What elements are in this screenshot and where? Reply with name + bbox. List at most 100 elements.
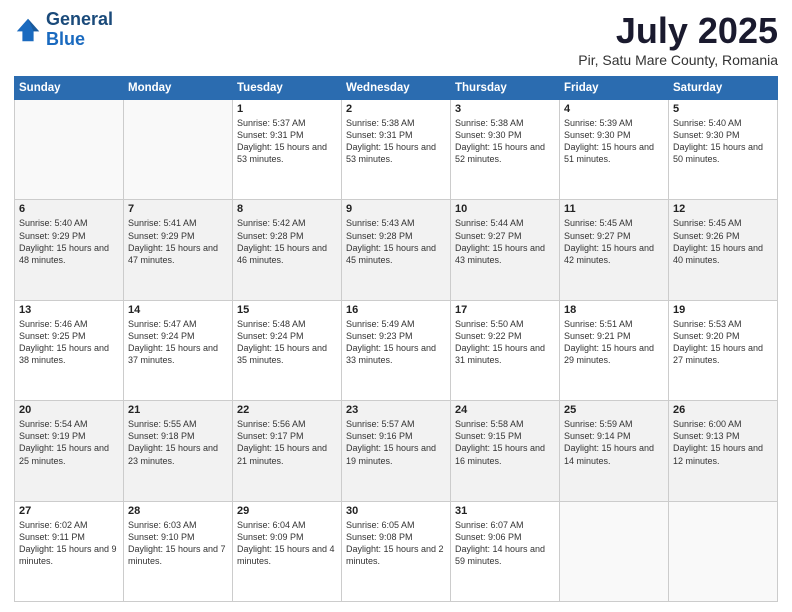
day-number: 15 — [237, 304, 337, 316]
day-info: Sunrise: 5:42 AM Sunset: 9:28 PM Dayligh… — [237, 217, 337, 266]
day-number: 26 — [673, 404, 773, 416]
col-header-tuesday: Tuesday — [233, 77, 342, 100]
day-info: Sunrise: 6:02 AM Sunset: 9:11 PM Dayligh… — [19, 519, 119, 568]
day-number: 21 — [128, 404, 228, 416]
day-info: Sunrise: 5:58 AM Sunset: 9:15 PM Dayligh… — [455, 418, 555, 467]
calendar-cell: 7Sunrise: 5:41 AM Sunset: 9:29 PM Daylig… — [124, 200, 233, 300]
day-info: Sunrise: 5:51 AM Sunset: 9:21 PM Dayligh… — [564, 318, 664, 367]
day-number: 25 — [564, 404, 664, 416]
calendar-week-row: 27 Sunrise: 6:02 AM Sunset: 9:11 PM Dayli… — [15, 501, 778, 601]
day-info: Sunrise: 5:50 AM Sunset: 9:22 PM Dayligh… — [455, 318, 555, 367]
calendar-cell — [669, 501, 778, 601]
day-number: 13 — [19, 304, 119, 316]
day-info: Sunrise: 5:46 AM Sunset: 9:25 PM Dayligh… — [19, 318, 119, 367]
calendar-cell: 31 Sunrise: 6:07 AM Sunset: 9:06 PM Dayli… — [451, 501, 560, 601]
day-info: Sunrise: 5:43 AM Sunset: 9:28 PM Dayligh… — [346, 217, 446, 266]
day-info: Sunrise: 5:45 AM Sunset: 9:26 PM Dayligh… — [673, 217, 773, 266]
day-info: Sunrise: 5:48 AM Sunset: 9:24 PM Dayligh… — [237, 318, 337, 367]
calendar: SundayMondayTuesdayWednesdayThursdayFrid… — [14, 76, 778, 602]
day-number: 8 — [237, 203, 337, 215]
day-number: 10 — [455, 203, 555, 215]
day-number: 4 — [564, 103, 664, 115]
day-number: 29 — [237, 505, 337, 517]
day-info: Sunrise: 5:49 AM Sunset: 9:23 PM Dayligh… — [346, 318, 446, 367]
day-number: 19 — [673, 304, 773, 316]
calendar-cell: 6 Sunrise: 5:40 AM Sunset: 9:29 PM Daylig… — [15, 200, 124, 300]
logo-line1: General — [46, 10, 113, 30]
day-info: Sunrise: 5:40 AM Sunset: 9:29 PM Dayligh… — [19, 217, 119, 266]
day-number: 22 — [237, 404, 337, 416]
main-title: July 2025 — [578, 10, 778, 52]
calendar-cell: 23Sunrise: 5:57 AM Sunset: 9:16 PM Dayli… — [342, 401, 451, 501]
day-info: Sunrise: 6:05 AM Sunset: 9:08 PM Dayligh… — [346, 519, 446, 568]
calendar-cell — [15, 100, 124, 200]
calendar-cell: 13 Sunrise: 5:46 AM Sunset: 9:25 PM Dayli… — [15, 300, 124, 400]
logo: General Blue — [14, 10, 113, 50]
day-number: 6 — [19, 203, 119, 215]
calendar-cell: 30 Sunrise: 6:05 AM Sunset: 9:08 PM Dayli… — [342, 501, 451, 601]
col-header-friday: Friday — [560, 77, 669, 100]
calendar-cell: 10 Sunrise: 5:44 AM Sunset: 9:27 PM Dayli… — [451, 200, 560, 300]
day-number: 31 — [455, 505, 555, 517]
title-block: July 2025 Pir, Satu Mare County, Romania — [578, 10, 778, 68]
day-number: 9 — [346, 203, 446, 215]
logo-icon — [14, 16, 42, 44]
calendar-cell: 8 Sunrise: 5:42 AM Sunset: 9:28 PM Daylig… — [233, 200, 342, 300]
col-header-saturday: Saturday — [669, 77, 778, 100]
calendar-cell: 18 Sunrise: 5:51 AM Sunset: 9:21 PM Dayli… — [560, 300, 669, 400]
day-number: 5 — [673, 103, 773, 115]
day-info: Sunrise: 5:39 AM Sunset: 9:30 PM Dayligh… — [564, 117, 664, 166]
col-header-monday: Monday — [124, 77, 233, 100]
calendar-cell: 14 Sunrise: 5:47 AM Sunset: 9:24 PM Dayli… — [124, 300, 233, 400]
logo-line2: Blue — [46, 30, 113, 50]
day-number: 3 — [455, 103, 555, 115]
day-info: Sunrise: 5:55 AM Sunset: 9:18 PM Dayligh… — [128, 418, 228, 467]
day-number: 30 — [346, 505, 446, 517]
day-info: Sunrise: 5:40 AM Sunset: 9:30 PM Dayligh… — [673, 117, 773, 166]
day-number: 1 — [237, 103, 337, 115]
day-number: 11 — [564, 203, 664, 215]
calendar-cell: 19 Sunrise: 5:53 AM Sunset: 9:20 PM Dayli… — [669, 300, 778, 400]
calendar-cell: 16 Sunrise: 5:49 AM Sunset: 9:23 PM Dayli… — [342, 300, 451, 400]
day-info: Sunrise: 5:54 AM Sunset: 9:19 PM Dayligh… — [19, 418, 119, 467]
calendar-cell: 21 Sunrise: 5:55 AM Sunset: 9:18 PM Dayli… — [124, 401, 233, 501]
day-info: Sunrise: 6:03 AM Sunset: 9:10 PM Dayligh… — [128, 519, 228, 568]
day-info: Sunrise: 5:38 AM Sunset: 9:31 PM Dayligh… — [346, 117, 446, 166]
day-info: Sunrise: 6:07 AM Sunset: 9:06 PM Dayligh… — [455, 519, 555, 568]
day-info: Sunrise: 5:44 AM Sunset: 9:27 PM Dayligh… — [455, 217, 555, 266]
day-info: Sunrise: 5:53 AM Sunset: 9:20 PM Dayligh… — [673, 318, 773, 367]
day-info: Sunrise: 5:37 AM Sunset: 9:31 PM Dayligh… — [237, 117, 337, 166]
day-number: 7 — [128, 203, 228, 215]
col-header-sunday: Sunday — [15, 77, 124, 100]
day-number: 28 — [128, 505, 228, 517]
day-number: 2 — [346, 103, 446, 115]
day-info: Sunrise: 5:38 AM Sunset: 9:30 PM Dayligh… — [455, 117, 555, 166]
subtitle: Pir, Satu Mare County, Romania — [578, 52, 778, 68]
col-header-thursday: Thursday — [451, 77, 560, 100]
calendar-cell: 28 Sunrise: 6:03 AM Sunset: 9:10 PM Dayli… — [124, 501, 233, 601]
calendar-cell: 4 Sunrise: 5:39 AM Sunset: 9:30 PM Daylig… — [560, 100, 669, 200]
calendar-cell: 12Sunrise: 5:45 AM Sunset: 9:26 PM Dayli… — [669, 200, 778, 300]
calendar-header-row: SundayMondayTuesdayWednesdayThursdayFrid… — [15, 77, 778, 100]
day-number: 20 — [19, 404, 119, 416]
day-info: Sunrise: 6:04 AM Sunset: 9:09 PM Dayligh… — [237, 519, 337, 568]
calendar-cell: 2 Sunrise: 5:38 AM Sunset: 9:31 PM Daylig… — [342, 100, 451, 200]
calendar-cell: 22Sunrise: 5:56 AM Sunset: 9:17 PM Dayli… — [233, 401, 342, 501]
day-number: 18 — [564, 304, 664, 316]
calendar-week-row: 6 Sunrise: 5:40 AM Sunset: 9:29 PM Daylig… — [15, 200, 778, 300]
calendar-week-row: 13 Sunrise: 5:46 AM Sunset: 9:25 PM Dayli… — [15, 300, 778, 400]
day-number: 24 — [455, 404, 555, 416]
calendar-cell: 24 Sunrise: 5:58 AM Sunset: 9:15 PM Dayli… — [451, 401, 560, 501]
day-number: 27 — [19, 505, 119, 517]
calendar-cell: 9 Sunrise: 5:43 AM Sunset: 9:28 PM Daylig… — [342, 200, 451, 300]
calendar-cell: 29 Sunrise: 6:04 AM Sunset: 9:09 PM Dayli… — [233, 501, 342, 601]
day-number: 16 — [346, 304, 446, 316]
day-info: Sunrise: 5:47 AM Sunset: 9:24 PM Dayligh… — [128, 318, 228, 367]
calendar-cell: 11Sunrise: 5:45 AM Sunset: 9:27 PM Dayli… — [560, 200, 669, 300]
calendar-cell: 17Sunrise: 5:50 AM Sunset: 9:22 PM Dayli… — [451, 300, 560, 400]
calendar-week-row: 20 Sunrise: 5:54 AM Sunset: 9:19 PM Dayli… — [15, 401, 778, 501]
calendar-cell: 5 Sunrise: 5:40 AM Sunset: 9:30 PM Daylig… — [669, 100, 778, 200]
day-number: 14 — [128, 304, 228, 316]
calendar-cell: 15 Sunrise: 5:48 AM Sunset: 9:24 PM Dayli… — [233, 300, 342, 400]
calendar-week-row: 1 Sunrise: 5:37 AM Sunset: 9:31 PM Daylig… — [15, 100, 778, 200]
